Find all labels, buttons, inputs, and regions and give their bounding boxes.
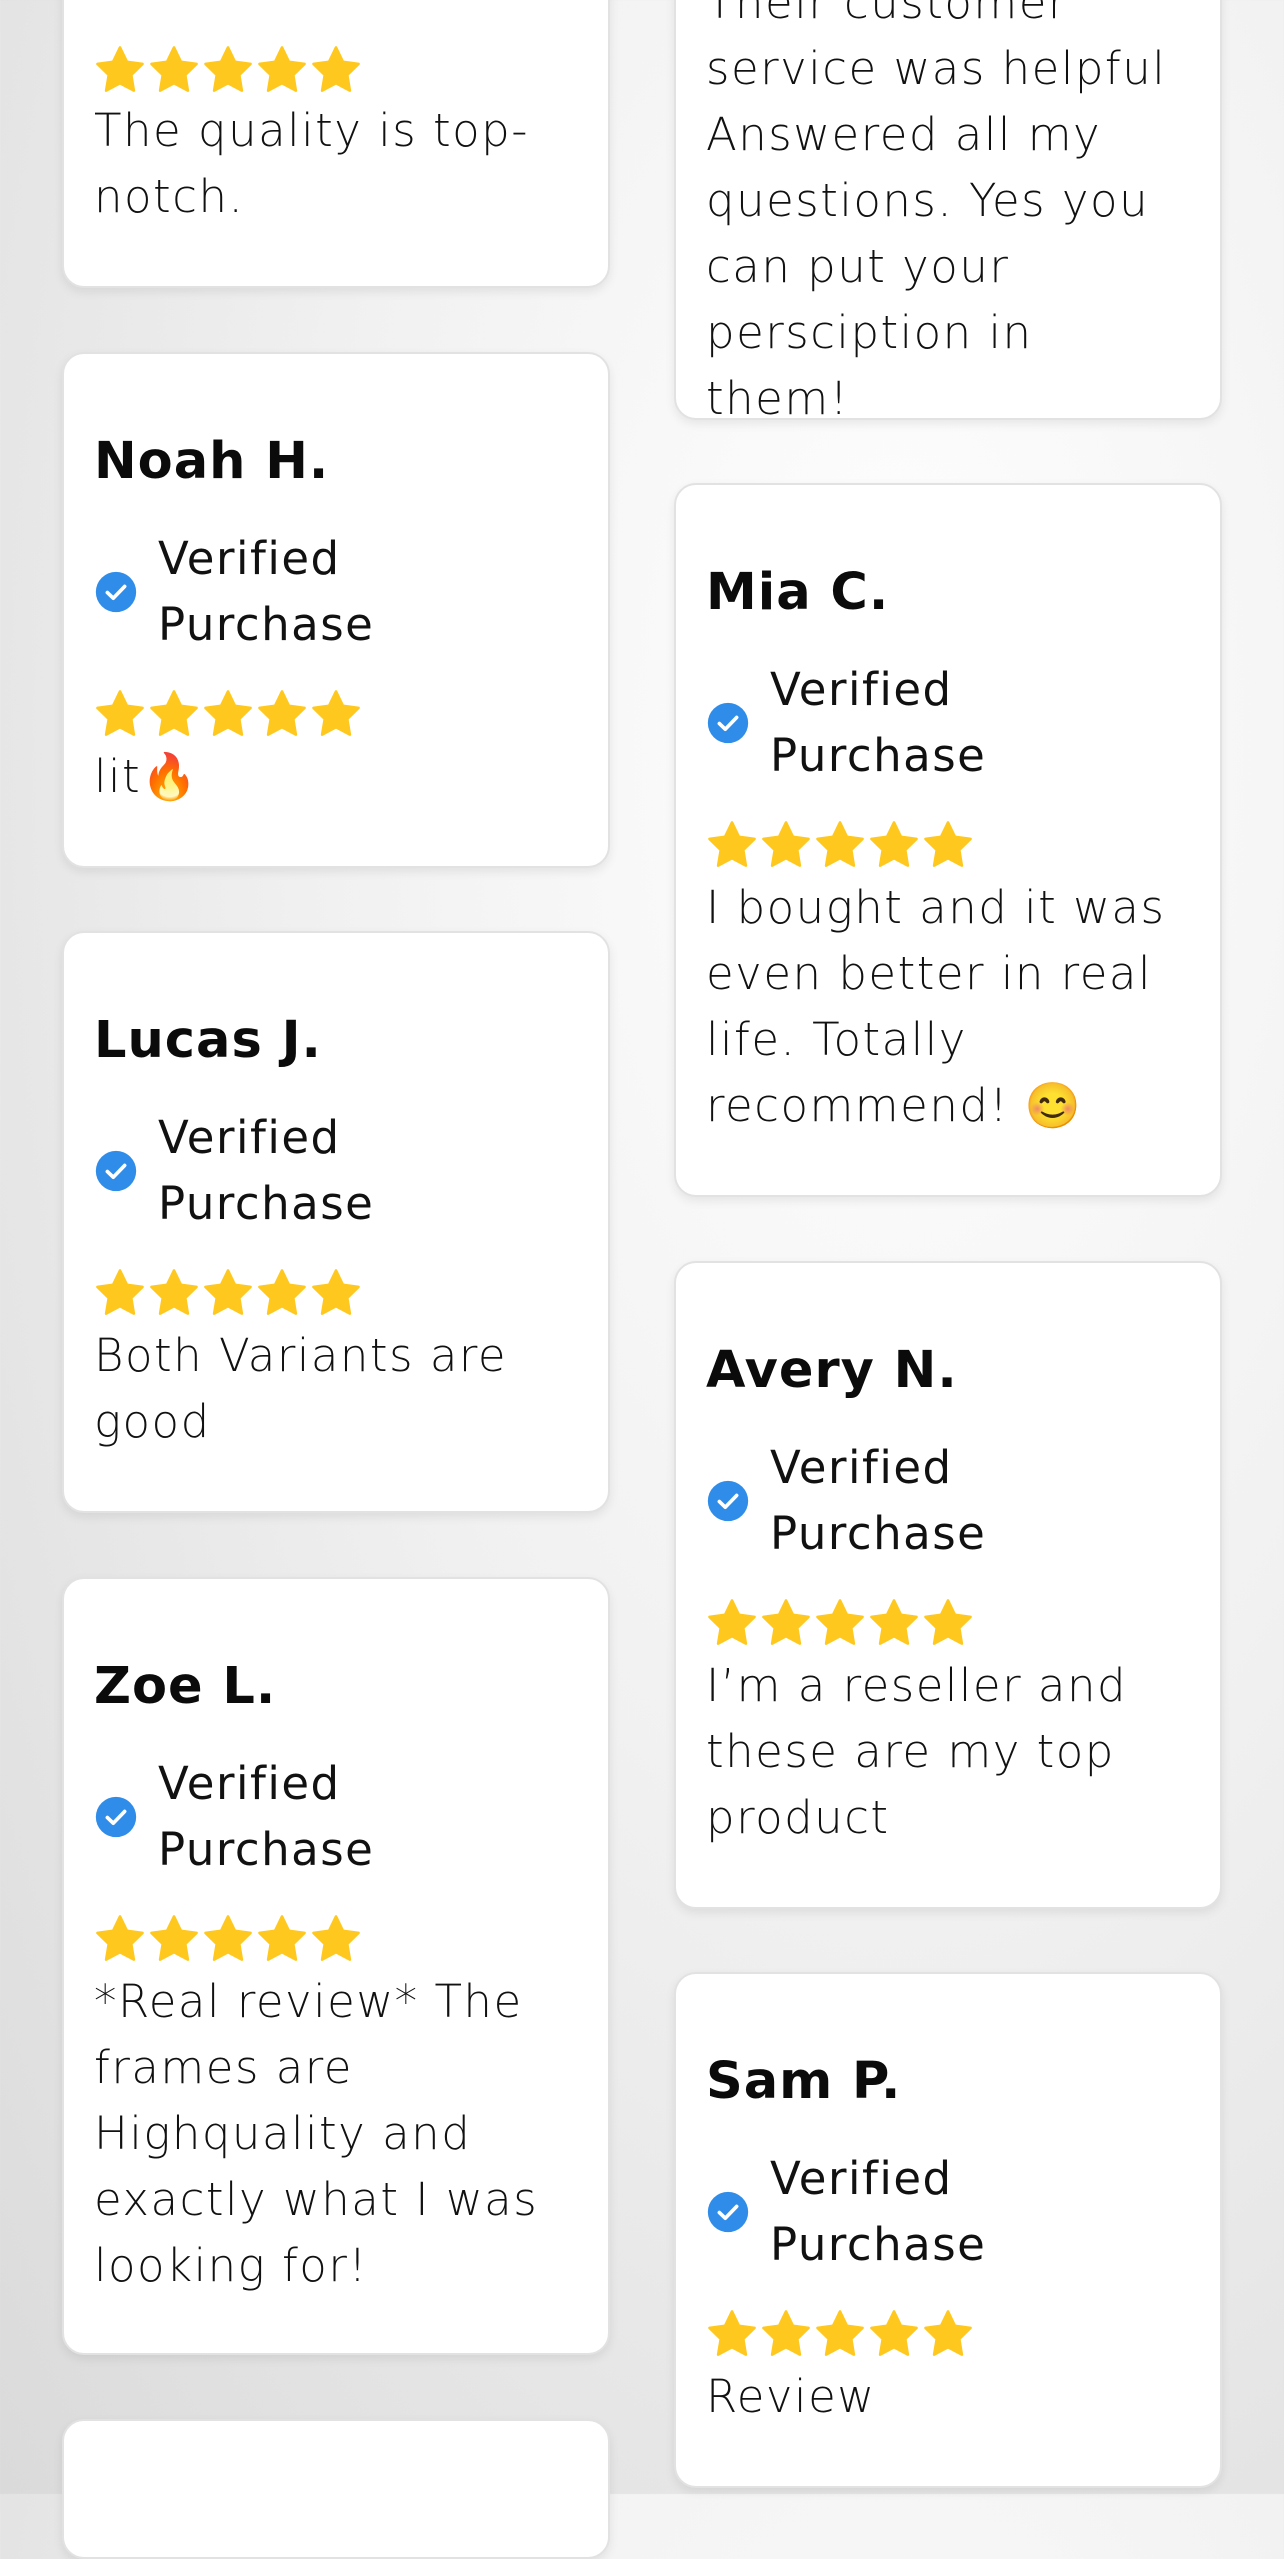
verified-check-icon [94, 1149, 138, 1193]
star-rating [94, 1267, 364, 1319]
verified-badge: Verified Purchase [706, 2146, 1030, 2278]
star-icon [202, 44, 254, 96]
star-icon [202, 1913, 254, 1965]
star-icon [814, 2308, 866, 2360]
star-icon [868, 819, 920, 871]
star-icon [148, 44, 200, 96]
star-icon [202, 1267, 254, 1319]
star-icon [706, 2308, 758, 2360]
star-icon [94, 1913, 146, 1965]
star-icon [310, 1267, 362, 1319]
star-icon [868, 1597, 920, 1649]
reviewer-name: Lucas J. [94, 1011, 322, 1070]
verified-label: Verified Purchase [770, 1441, 987, 1560]
star-icon [148, 1913, 200, 1965]
star-rating [94, 688, 364, 740]
verified-check-icon [706, 2190, 750, 2234]
verified-check-icon [94, 570, 138, 614]
star-icon [148, 688, 200, 740]
star-icon [760, 2308, 812, 2360]
review-text: Review [706, 2370, 876, 2423]
review-card: The quality is top- notch. [62, 0, 610, 288]
verified-check-icon [94, 1795, 138, 1839]
star-icon [760, 819, 812, 871]
star-icon [760, 1597, 812, 1649]
star-icon [922, 819, 974, 871]
star-rating [706, 1597, 976, 1649]
star-icon [310, 688, 362, 740]
review-card: Zoe L. Verified Purchase *Real review* T… [62, 1577, 610, 2355]
verified-badge: Verified Purchase [94, 1751, 418, 1883]
star-rating [94, 1913, 364, 1965]
review-card: Their customer service was helpful Answe… [674, 0, 1222, 425]
star-icon [256, 1267, 308, 1319]
reviewer-name: Mia C. [706, 563, 890, 622]
star-icon [94, 44, 146, 96]
verified-label: Verified Purchase [158, 1111, 375, 1230]
review-text: lit🔥 [94, 750, 199, 803]
star-icon [922, 1597, 974, 1649]
star-icon [310, 1913, 362, 1965]
review-card: Mia C. Verified Purchase I bought and it… [674, 483, 1222, 1197]
review-text: Both Variants are good [94, 1329, 508, 1448]
star-icon [706, 819, 758, 871]
verified-check-icon [706, 1479, 750, 1523]
star-icon [148, 1267, 200, 1319]
star-icon [94, 688, 146, 740]
reviewer-name: Sam P. [706, 2052, 902, 2111]
star-icon [256, 688, 308, 740]
reviewer-name: Noah H. [94, 432, 330, 491]
review-text: I’m a reseller and these are my top prod… [706, 1659, 1128, 1844]
star-icon [256, 44, 308, 96]
star-rating [706, 2308, 976, 2360]
star-icon [922, 2308, 974, 2360]
star-icon [202, 688, 254, 740]
verified-label: Verified Purchase [770, 2152, 987, 2271]
reviewer-name: Avery N. [706, 1341, 958, 1400]
star-rating [94, 44, 364, 96]
reviewer-name: Zoe L. [94, 1657, 277, 1716]
star-icon [814, 819, 866, 871]
review-text: I bought and it was even better in real … [706, 881, 1166, 1132]
verified-label: Verified Purchase [158, 1757, 375, 1876]
star-icon [94, 1267, 146, 1319]
star-icon [706, 1597, 758, 1649]
review-text: *Real review* The frames are Highquality… [94, 1975, 539, 2292]
verified-badge: Verified Purchase [706, 657, 1030, 789]
review-card: Lucas J. Verified Purchase Both Variants… [62, 931, 610, 1513]
star-icon [310, 44, 362, 96]
star-icon [814, 1597, 866, 1649]
review-card: Noah H. Verified Purchase lit🔥 [62, 352, 610, 868]
verified-label: Verified Purchase [158, 532, 375, 651]
verified-badge: Verified Purchase [94, 526, 418, 658]
review-card: Avery N. Verified Purchase I’m a reselle… [674, 1261, 1222, 1909]
verified-check-icon [706, 701, 750, 745]
review-card [62, 2419, 610, 2559]
verified-badge: Verified Purchase [94, 1105, 418, 1237]
star-rating [706, 819, 976, 871]
verified-badge: Verified Purchase [706, 1435, 1030, 1567]
verified-label: Verified Purchase [770, 663, 987, 782]
review-text: Their customer service was helpful Answe… [706, 0, 1167, 425]
review-text: The quality is top- notch. [94, 104, 529, 223]
review-card: Sam P. Verified Purchase Review [674, 1972, 1222, 2488]
star-icon [256, 1913, 308, 1965]
star-icon [868, 2308, 920, 2360]
